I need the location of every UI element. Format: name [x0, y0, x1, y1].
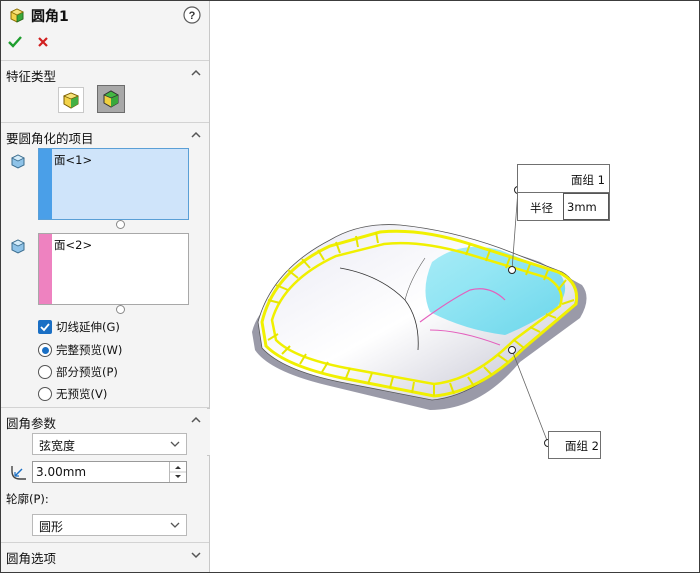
face-set-1-callout[interactable]: 面组 1 半径 3mm — [517, 164, 610, 221]
question-circle-icon[interactable]: ? — [183, 6, 201, 24]
cube-fillet-icon — [62, 92, 80, 109]
face-set-1-color-bar — [39, 149, 52, 219]
graphics-viewport[interactable]: 面组 1 半径 3mm 面组 2 — [210, 1, 698, 572]
profile-select[interactable]: 圆形 — [32, 514, 187, 536]
chevron-down-icon[interactable] — [189, 548, 203, 562]
params-header[interactable]: 圆角参数 — [1, 410, 209, 432]
svg-text:?: ? — [189, 10, 196, 22]
params-title: 圆角参数 — [6, 416, 57, 431]
feature-type-header[interactable]: 特征类型 — [1, 63, 209, 85]
chevron-down-icon — [170, 441, 180, 447]
face-set-2-listbox[interactable]: 面<2> — [38, 233, 189, 305]
tangent-propagation-label[interactable]: 切线延伸(G) — [56, 319, 120, 335]
spin-down-icon — [175, 475, 181, 478]
face-set-1-listbox[interactable]: 面<1> — [38, 148, 189, 220]
face-fillet-icon — [103, 90, 119, 108]
face-fillet-button[interactable] — [97, 85, 125, 113]
panel-title: 圆角1 — [31, 9, 69, 25]
chevron-up-icon[interactable] — [189, 413, 203, 427]
radius-label: 半径 — [530, 201, 553, 215]
no-preview-radio[interactable] — [38, 387, 52, 401]
distance-spinner[interactable] — [169, 462, 186, 482]
divider — [1, 407, 209, 408]
profile-label: 轮廓(P): — [6, 492, 49, 506]
callout-radius-value: 3mm — [567, 200, 597, 214]
profile-value: 圆形 — [39, 520, 64, 534]
property-manager-panel: 圆角1 ? 特征类型 要圆角化的项目 面<1> 面<2> 切线延伸(G) 完整预… — [1, 1, 210, 572]
fillet-preview-model — [252, 186, 587, 447]
fillet-method-value: 弦宽度 — [39, 439, 76, 453]
options-header[interactable]: 圆角选项 — [1, 545, 209, 567]
constant-size-fillet-button[interactable] — [58, 87, 84, 113]
options-title: 圆角选项 — [6, 551, 57, 566]
partial-preview-label[interactable]: 部分预览(P) — [56, 364, 118, 380]
check-icon — [8, 36, 22, 48]
feature-type-title: 特征类型 — [6, 69, 57, 84]
face-set-1-icon — [10, 153, 26, 169]
face-set-2-item[interactable]: 面<2> — [54, 237, 92, 253]
tangent-propagation-checkbox[interactable] — [38, 320, 52, 334]
spin-up-icon — [175, 466, 181, 469]
fillet-method-select[interactable]: 弦宽度 — [32, 433, 187, 455]
face-set-2-callout-title: 面组 2 — [565, 439, 599, 453]
face-set-2-callout[interactable]: 面组 2 — [548, 431, 601, 459]
divider — [1, 122, 209, 123]
divider — [1, 60, 209, 61]
items-header[interactable]: 要圆角化的项目 — [1, 125, 209, 147]
close-icon — [38, 37, 48, 47]
callout-radius-input[interactable]: 3mm — [563, 193, 609, 220]
radius-icon — [10, 463, 28, 481]
full-preview-radio[interactable] — [38, 343, 52, 357]
resize-handle[interactable] — [116, 220, 125, 229]
divider — [1, 542, 209, 543]
resize-handle[interactable] — [116, 305, 125, 314]
face-set-1-callout-title: 面组 1 — [571, 173, 605, 187]
partial-preview-radio[interactable] — [38, 365, 52, 379]
items-title: 要圆角化的项目 — [6, 131, 94, 146]
check-icon — [40, 323, 50, 332]
distance-value: 3.00mm — [36, 465, 87, 479]
no-preview-label[interactable]: 无预览(V) — [56, 386, 107, 402]
distance-input[interactable]: 3.00mm — [32, 461, 187, 483]
cancel-button[interactable] — [35, 34, 51, 50]
face-set-2-color-bar — [39, 234, 52, 304]
chevron-up-icon[interactable] — [189, 128, 203, 142]
chevron-down-icon — [170, 522, 180, 528]
fillet-feature-icon — [9, 7, 25, 23]
face-set-2-icon — [10, 238, 26, 254]
full-preview-label[interactable]: 完整预览(W) — [56, 342, 122, 358]
chevron-up-icon[interactable] — [189, 66, 203, 80]
face-set-1-item[interactable]: 面<1> — [54, 152, 92, 168]
ok-button[interactable] — [7, 34, 23, 50]
